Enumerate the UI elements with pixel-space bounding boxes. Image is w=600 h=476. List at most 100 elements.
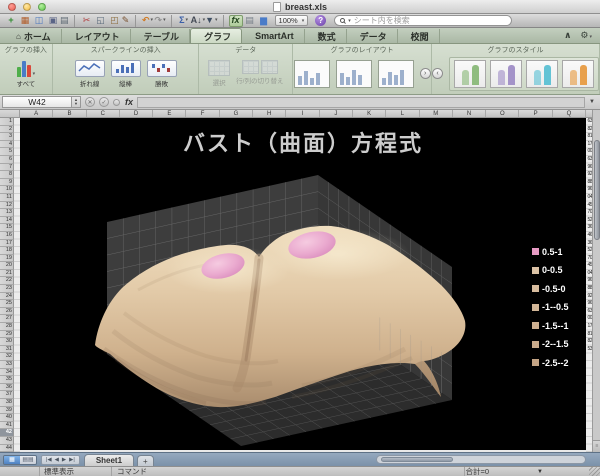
print-icon[interactable]: ▤ ▾	[60, 15, 75, 27]
formula-bar-expand-icon[interactable]: ▼	[589, 99, 598, 105]
row-header[interactable]: 41	[0, 422, 14, 430]
row-headers[interactable]: 1234567891011121314151617181920212223242…	[0, 118, 14, 452]
page-layout-view-button[interactable]: ▤▤	[20, 456, 36, 464]
search-dropdown-icon[interactable]: ▾	[348, 18, 351, 24]
row-header[interactable]: 11	[0, 194, 14, 202]
column-header[interactable]: G	[220, 110, 253, 117]
tab-formulas[interactable]: 数式	[305, 29, 347, 43]
row-header[interactable]: 2	[0, 126, 14, 134]
styles-scroll-prev-icon[interactable]: ‹	[432, 68, 443, 79]
vertical-scrollbar-thumb[interactable]	[594, 140, 600, 240]
tab-chart[interactable]: グラフ	[190, 28, 242, 43]
tab-home[interactable]: ⌂ ホーム	[6, 29, 62, 43]
row-header[interactable]: 40	[0, 414, 14, 422]
new-workbook-icon[interactable]: + ▾	[4, 15, 18, 27]
chart-icon[interactable]: ▆ ▾	[257, 15, 271, 27]
format-brush-icon[interactable]: ✎ ▾	[122, 15, 136, 27]
row-header[interactable]: 14	[0, 217, 14, 225]
row-header[interactable]: 19	[0, 255, 14, 263]
sheet-nav-arrow[interactable]: ▶	[62, 457, 66, 463]
tab-layout[interactable]: レイアウト	[62, 29, 131, 43]
row-header[interactable]: 35	[0, 376, 14, 384]
column-header[interactable]: B	[53, 110, 86, 117]
tab-smartart[interactable]: SmartArt	[242, 29, 305, 43]
autosum-icon[interactable]: Σ ▾	[177, 15, 191, 27]
row-header[interactable]: 4	[0, 141, 14, 149]
vertical-scrollbar[interactable]: ≡	[592, 110, 600, 452]
legend-item[interactable]: 0-0.5	[532, 264, 569, 277]
open-icon[interactable]: ◫ ▾	[32, 15, 46, 27]
column-header[interactable]: K	[353, 110, 386, 117]
chart-title[interactable]: バスト（曲面）方程式	[20, 126, 586, 158]
chart-style-thumbnail[interactable]	[526, 60, 558, 88]
row-header[interactable]: 44	[0, 445, 14, 453]
column-header[interactable]: L	[386, 110, 419, 117]
row-header[interactable]: 23	[0, 285, 14, 293]
row-header[interactable]: 10	[0, 186, 14, 194]
row-header[interactable]: 12	[0, 202, 14, 210]
gear-icon[interactable]: ⚙▾	[580, 30, 592, 41]
row-header[interactable]: 25	[0, 300, 14, 308]
horizontal-scrollbar[interactable]	[376, 455, 586, 464]
zoom-control[interactable]: 100% ▾	[275, 15, 309, 26]
row-header[interactable]: 20	[0, 262, 14, 270]
row-header[interactable]: 39	[0, 407, 14, 415]
search-input[interactable]: ▾ シート内を検索	[334, 15, 512, 26]
column-header[interactable]: F	[186, 110, 219, 117]
copy-icon[interactable]: ◱ ▾	[94, 15, 108, 27]
close-window-icon[interactable]	[8, 3, 16, 11]
redo-icon[interactable]: ↷ ▾	[155, 15, 172, 27]
cell-reference-box[interactable]: W42	[2, 96, 72, 108]
help-icon[interactable]: ?	[315, 15, 326, 26]
collapse-ribbon-icon[interactable]: ∧	[564, 30, 571, 41]
template-gallery-icon[interactable]: ▦ ▾	[18, 15, 32, 27]
row-header[interactable]: 33	[0, 361, 14, 369]
sheet-tab[interactable]: Sheet1	[84, 454, 134, 466]
row-header[interactable]: 9	[0, 179, 14, 187]
chart-style-thumbnail[interactable]	[454, 60, 486, 88]
cell-reference-stepper[interactable]: ▲▼	[72, 96, 81, 108]
sparkline-line-button[interactable]: 折れ線	[75, 60, 105, 88]
legend-item[interactable]: -0.5-0	[532, 282, 569, 295]
sum-dropdown-icon[interactable]: ▼	[537, 469, 543, 475]
row-header[interactable]: 24	[0, 293, 14, 301]
tab-review[interactable]: 校閲	[398, 29, 440, 43]
normal-view-button[interactable]: ▦	[4, 456, 20, 464]
row-header[interactable]: 36	[0, 384, 14, 392]
paste-icon[interactable]: ◰ ▾	[108, 15, 122, 27]
row-header[interactable]: 7	[0, 164, 14, 172]
minimize-window-icon[interactable]	[23, 3, 31, 11]
row-header[interactable]: 34	[0, 369, 14, 377]
zoom-window-icon[interactable]	[38, 3, 46, 11]
sheet-nav-arrow[interactable]: ▶|	[69, 457, 75, 463]
row-header[interactable]: 26	[0, 308, 14, 316]
row-header[interactable]: 5	[0, 148, 14, 156]
column-header[interactable]: Q	[553, 110, 586, 117]
row-header[interactable]: 32	[0, 353, 14, 361]
cancel-entry-icon[interactable]: ✕	[85, 97, 95, 107]
chart-style-thumbnail[interactable]	[490, 60, 522, 88]
row-header[interactable]: 38	[0, 399, 14, 407]
legend-item[interactable]: -2.5--2	[532, 356, 569, 369]
row-header[interactable]: 18	[0, 247, 14, 255]
cut-icon[interactable]: ✂ ▾	[80, 15, 94, 27]
accept-entry-icon[interactable]: ✓	[99, 97, 109, 107]
row-header[interactable]: 16	[0, 232, 14, 240]
row-header[interactable]: 22	[0, 277, 14, 285]
column-header[interactable]: P	[519, 110, 552, 117]
row-header[interactable]: 27	[0, 315, 14, 323]
column-header[interactable]: M	[420, 110, 453, 117]
row-header[interactable]: 42	[0, 429, 14, 437]
sort-icon[interactable]: A↓ ▾	[191, 15, 206, 27]
layout-scroll-next-icon[interactable]: ›	[420, 68, 431, 79]
chart-object[interactable]: バスト（曲面）方程式 0.5-1 0-0.5 -0.5-	[20, 118, 586, 450]
undo-icon[interactable]: ↶ ▾	[141, 15, 155, 27]
column-header[interactable]: E	[153, 110, 186, 117]
row-header[interactable]: 13	[0, 209, 14, 217]
tab-table[interactable]: テーブル	[131, 29, 190, 43]
scrollbar-split-handle[interactable]: ≡	[593, 440, 600, 452]
row-header[interactable]: 30	[0, 338, 14, 346]
tab-data[interactable]: データ	[347, 29, 398, 43]
column-header[interactable]: N	[453, 110, 486, 117]
column-header[interactable]: C	[87, 110, 120, 117]
